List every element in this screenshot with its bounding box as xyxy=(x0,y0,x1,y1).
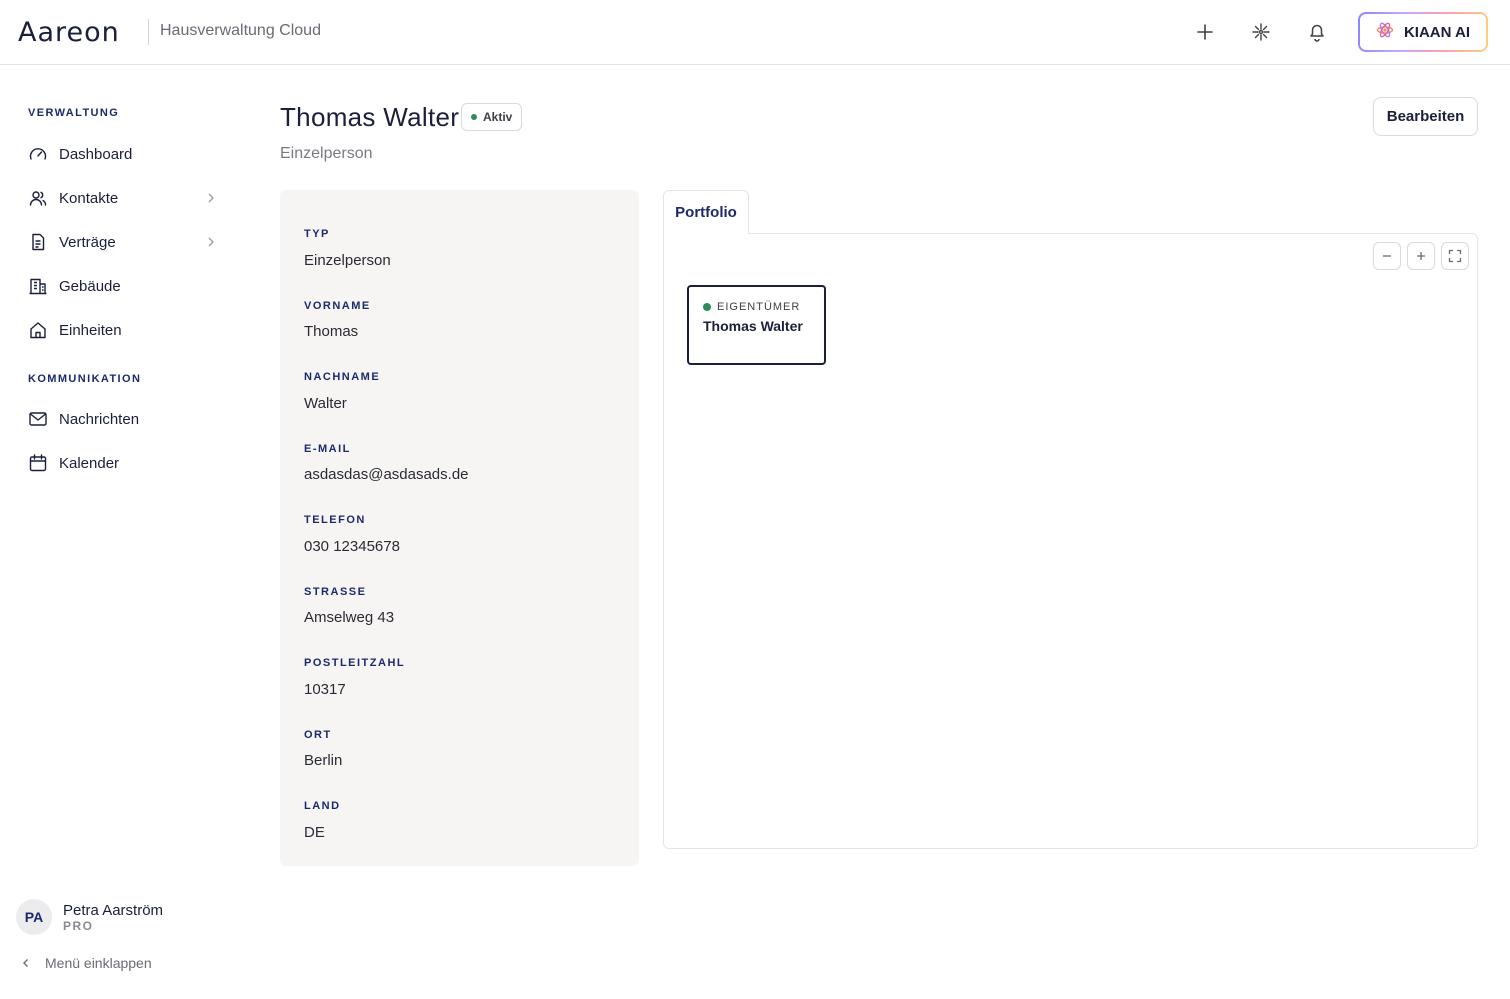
aareon-logo[interactable]: Aareon xyxy=(18,16,120,48)
sidebar-item-kontakte[interactable]: Kontakte xyxy=(20,180,224,216)
mail-icon xyxy=(28,409,48,429)
bell-icon[interactable] xyxy=(1303,18,1331,46)
user-profile[interactable]: PA Petra Aarström PRO xyxy=(16,899,163,935)
kiaan-ai-button[interactable]: KIAAN AI xyxy=(1358,12,1488,52)
sidebar-item-label: Gebäude xyxy=(59,277,121,295)
status-badge: Aktiv xyxy=(461,103,523,131)
fullscreen-button[interactable] xyxy=(1441,242,1469,270)
sidebar-item-dashboard[interactable]: Dashboard xyxy=(20,136,224,172)
app-name: Hausverwaltung Cloud xyxy=(160,22,321,39)
fullscreen-icon xyxy=(1448,249,1462,263)
field-label-telefon: TELEFON xyxy=(304,514,366,526)
sidebar-item-label: Kontakte xyxy=(59,189,119,207)
field-label-nachname: NACHNAME xyxy=(304,371,381,383)
node-status-dot xyxy=(703,303,711,311)
status-label: Aktiv xyxy=(483,110,513,124)
field-value-vorname: Thomas xyxy=(304,323,359,340)
node-name: Thomas Walter xyxy=(703,318,803,334)
field-value-land: DE xyxy=(304,824,325,841)
sidebar-item-label: Dashboard xyxy=(59,145,133,163)
field-value-strasse: Amselweg 43 xyxy=(304,609,395,626)
field-label-vorname: VORNAME xyxy=(304,300,371,312)
minus-icon xyxy=(1383,255,1391,257)
sidebar-item-vertraege[interactable]: Verträge xyxy=(20,224,224,260)
building-icon xyxy=(28,276,48,296)
field-label-typ: TYP xyxy=(304,228,330,240)
sidebar-item-nachrichten[interactable]: Nachrichten xyxy=(20,401,224,437)
field-value-telefon: 030 12345678 xyxy=(304,538,400,555)
plus-icon[interactable] xyxy=(1191,18,1219,46)
node-role-label: EIGENTÜMER xyxy=(717,301,801,313)
field-value-email: asdasdas@asdasads.de xyxy=(304,466,469,483)
zoom-in-button[interactable] xyxy=(1407,242,1435,270)
kiaan-logo-icon xyxy=(1376,21,1394,43)
top-bar: Aareon Hausverwaltung Cloud KIAAN AI xyxy=(0,0,1510,65)
status-dot xyxy=(471,114,477,120)
contact-details-panel: TYP Einzelperson VORNAME Thomas NACHNAME… xyxy=(280,190,639,866)
field-value-nachname: Walter xyxy=(304,395,347,412)
page-title: Thomas Walter xyxy=(280,102,460,132)
collapse-menu-button[interactable]: Menü einklappen xyxy=(20,955,152,971)
field-label-ort: ORT xyxy=(304,729,332,741)
portfolio-node[interactable]: EIGENTÜMER Thomas Walter xyxy=(687,285,826,365)
field-value-ort: Berlin xyxy=(304,752,343,769)
sidebar-item-gebaeude[interactable]: Gebäude xyxy=(20,268,224,304)
collapse-label: Menü einklappen xyxy=(45,955,152,971)
sidebar-item-label: Nachrichten xyxy=(59,410,140,428)
chevron-right-icon xyxy=(208,237,214,247)
sidebar-item-label: Kalender xyxy=(59,454,120,472)
gauge-icon xyxy=(28,144,48,164)
chevron-right-icon xyxy=(208,193,214,203)
document-icon xyxy=(28,232,48,252)
sidebar-item-label: Verträge xyxy=(59,233,116,251)
kiaan-label: KIAAN AI xyxy=(1403,23,1471,41)
sparkle-icon[interactable] xyxy=(1247,18,1275,46)
logo-text: Aareon xyxy=(18,16,120,48)
section-title-verwaltung: VERWALTUNG xyxy=(28,107,120,119)
users-icon xyxy=(28,188,48,208)
field-value-typ: Einzelperson xyxy=(304,252,391,269)
field-label-postleitzahl: POSTLEITZAHL xyxy=(304,657,406,669)
field-label-email: E-MAIL xyxy=(304,443,351,455)
home-icon xyxy=(28,320,48,340)
user-tier: PRO xyxy=(63,918,94,933)
sidebar-item-einheiten[interactable]: Einheiten xyxy=(20,312,224,348)
zoom-out-button[interactable] xyxy=(1373,242,1401,270)
tab-portfolio[interactable]: Portfolio xyxy=(663,190,749,234)
sidebar-item-label: Einheiten xyxy=(59,321,122,339)
contact-type-subtitle: Einzelperson xyxy=(280,145,373,162)
sidebar-item-kalender[interactable]: Kalender xyxy=(20,445,224,481)
header-divider xyxy=(148,19,149,45)
chevron-left-icon xyxy=(23,959,28,967)
portfolio-canvas[interactable]: EIGENTÜMER Thomas Walter xyxy=(663,233,1478,849)
field-label-land: LAND xyxy=(304,800,341,812)
section-title-kommunikation: KOMMUNIKATION xyxy=(28,373,142,385)
plus-icon xyxy=(1417,252,1425,260)
field-label-strasse: STRASSE xyxy=(304,586,367,598)
calendar-icon xyxy=(28,453,48,473)
node-role: EIGENTÜMER xyxy=(703,301,800,313)
avatar: PA xyxy=(16,899,52,935)
sidebar: VERWALTUNG Dashboard Kontakte Verträge G… xyxy=(0,65,240,999)
user-name: Petra Aarström xyxy=(63,901,164,919)
field-value-postleitzahl: 10317 xyxy=(304,681,346,698)
edit-button[interactable]: Bearbeiten xyxy=(1373,97,1478,136)
